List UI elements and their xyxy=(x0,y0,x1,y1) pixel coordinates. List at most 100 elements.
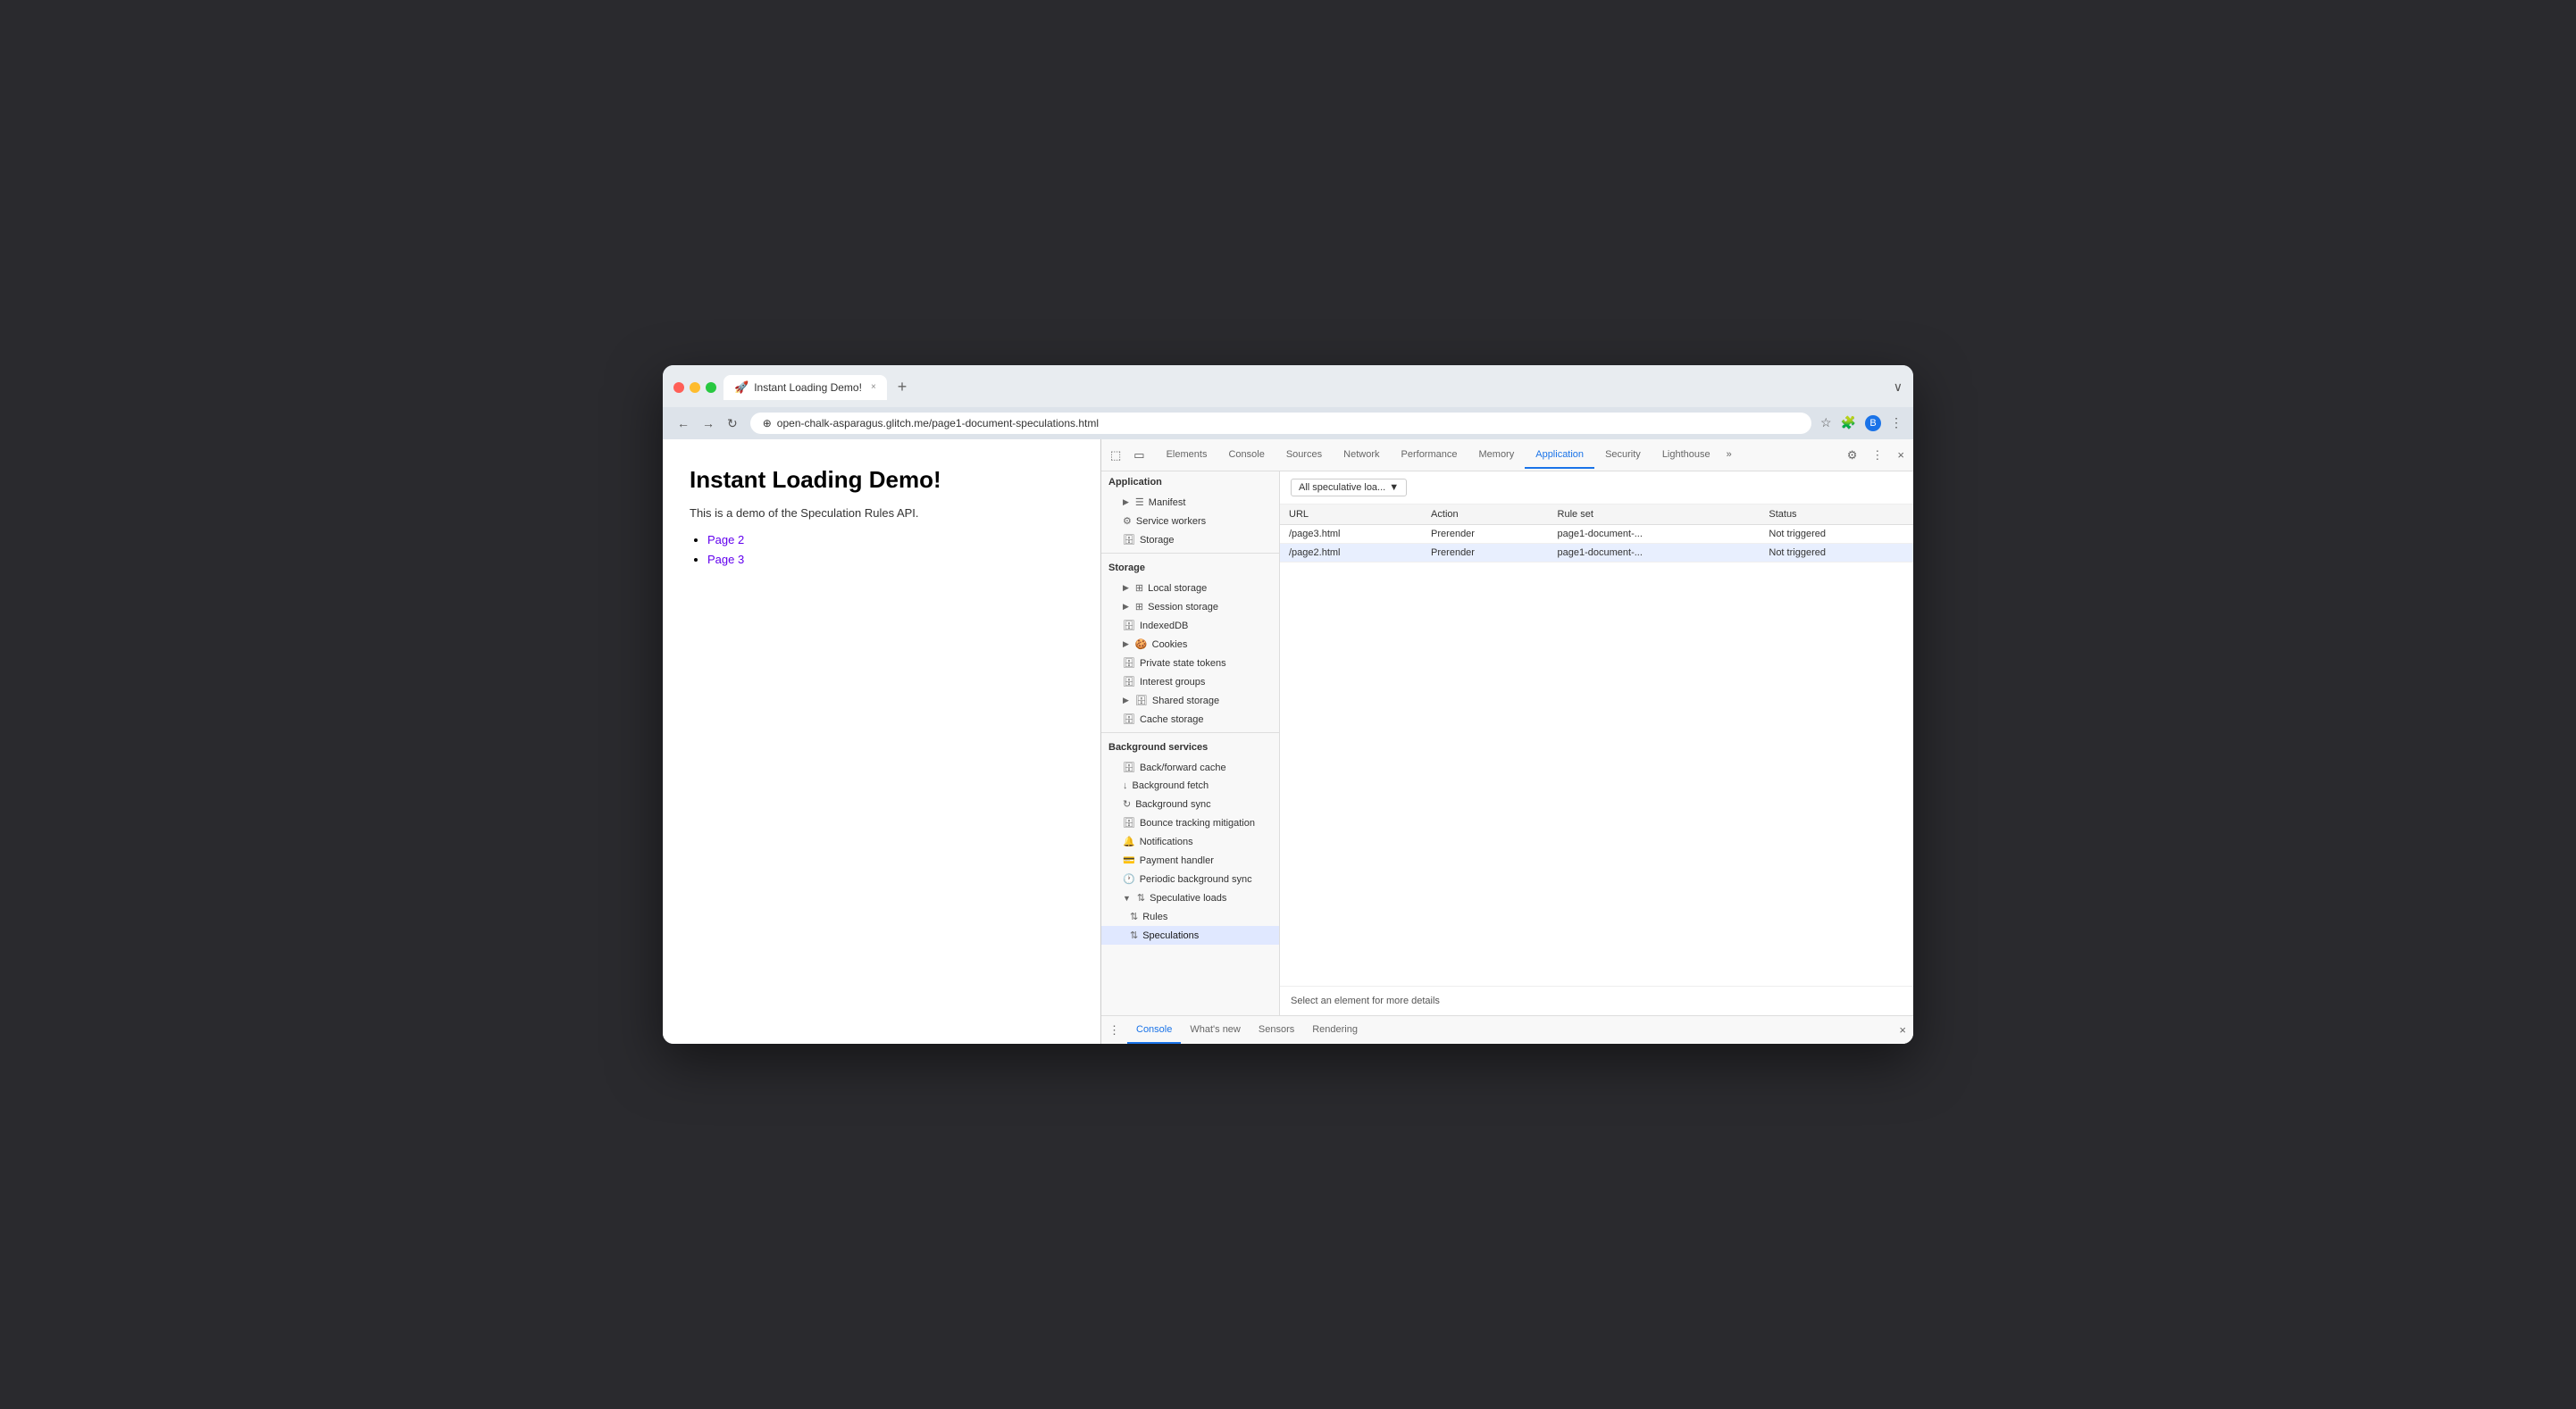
active-tab[interactable]: 🚀 Instant Loading Demo! × xyxy=(723,375,887,400)
detail-section: Select an element for more details xyxy=(1280,986,1913,1015)
console-tab-console[interactable]: Console xyxy=(1127,1016,1181,1044)
inspect-icon[interactable]: ⬚ xyxy=(1107,445,1125,466)
sidebar-item-label: Interest groups xyxy=(1140,677,1205,688)
sidebar-item-local-storage[interactable]: ▶ ⊞ Local storage xyxy=(1101,579,1279,597)
device-icon[interactable]: ▭ xyxy=(1130,445,1148,466)
sidebar-item-bounce-tracking[interactable]: 🗄 Bounce tracking mitigation xyxy=(1101,813,1279,832)
sidebar-item-service-workers[interactable]: ⚙ Service workers xyxy=(1101,512,1279,530)
tab-close-button[interactable]: × xyxy=(871,382,876,392)
tab-performance[interactable]: Performance xyxy=(1391,442,1468,469)
tab-network[interactable]: Network xyxy=(1333,442,1390,469)
sidebar-item-label: Periodic background sync xyxy=(1140,874,1252,885)
indexeddb-icon: 🗄 xyxy=(1123,620,1135,631)
tab-title: Instant Loading Demo! xyxy=(754,381,862,394)
sidebar-item-storage-app[interactable]: 🗄 Storage xyxy=(1101,530,1279,549)
extensions-icon[interactable]: 🧩 xyxy=(1841,415,1856,431)
sidebar-item-payment-handler[interactable]: 💳 Payment handler xyxy=(1101,851,1279,870)
tab-lighthouse[interactable]: Lighthouse xyxy=(1652,442,1721,469)
more-options-icon[interactable]: ⋮ xyxy=(1890,415,1903,431)
console-tab-sensors[interactable]: Sensors xyxy=(1250,1016,1303,1044)
sidebar-item-notifications[interactable]: 🔔 Notifications xyxy=(1101,832,1279,851)
collapse-button[interactable]: ∨ xyxy=(1894,379,1903,395)
sidebar-item-speculative-loads[interactable]: ▼ ⇅ Speculative loads xyxy=(1101,888,1279,907)
sidebar-item-label: Payment handler xyxy=(1140,855,1214,866)
sidebar-item-background-fetch[interactable]: ↓ Background fetch xyxy=(1101,777,1279,795)
sidebar-item-manifest[interactable]: ▶ ☰ Manifest xyxy=(1101,493,1279,512)
sidebar-item-cookies[interactable]: ▶ 🍪 Cookies xyxy=(1101,635,1279,654)
list-item: Page 3 xyxy=(707,552,1074,568)
cell-url: /page2.html xyxy=(1280,544,1422,563)
tab-elements[interactable]: Elements xyxy=(1156,442,1218,469)
tab-security[interactable]: Security xyxy=(1594,442,1652,469)
new-tab-button[interactable]: + xyxy=(891,374,915,400)
sidebar-item-speculations[interactable]: ⇅ Speculations xyxy=(1101,926,1279,945)
sidebar-item-label: Rules xyxy=(1142,912,1167,922)
cache-storage-icon: 🗄 xyxy=(1123,713,1135,725)
bfcache-icon: 🗄 xyxy=(1123,762,1135,773)
sidebar-item-label: Notifications xyxy=(1140,837,1193,847)
console-tab-whats-new[interactable]: What's new xyxy=(1181,1016,1250,1044)
private-state-tokens-icon: 🗄 xyxy=(1123,657,1135,669)
sidebar-item-cache-storage[interactable]: 🗄 Cache storage xyxy=(1101,710,1279,729)
list-item: Page 2 xyxy=(707,532,1074,548)
traffic-light-green[interactable] xyxy=(706,382,716,393)
sidebar-item-back-forward-cache[interactable]: 🗄 Back/forward cache xyxy=(1101,758,1279,777)
col-header-ruleset: Rule set xyxy=(1549,504,1761,525)
sidebar-item-label: Bounce tracking mitigation xyxy=(1140,818,1255,829)
tab-bar: 🚀 Instant Loading Demo! × + ∨ xyxy=(723,374,1903,400)
table-row[interactable]: /page2.html Prerender page1-document-...… xyxy=(1280,544,1913,563)
sidebar-item-shared-storage[interactable]: ▶ 🗄 Shared storage xyxy=(1101,691,1279,710)
speculation-header: All speculative loa... ▼ xyxy=(1280,471,1913,504)
sidebar-item-indexeddb[interactable]: 🗄 IndexedDB xyxy=(1101,616,1279,635)
traffic-light-yellow[interactable] xyxy=(690,382,700,393)
tab-sources[interactable]: Sources xyxy=(1275,442,1333,469)
col-header-action: Action xyxy=(1422,504,1548,525)
devtools-more-button[interactable]: ⋮ xyxy=(1868,445,1886,466)
console-bar-close-button[interactable]: × xyxy=(1899,1023,1906,1037)
sidebar-item-rules[interactable]: ⇅ Rules xyxy=(1101,907,1279,926)
cell-ruleset: page1-document-... xyxy=(1549,544,1761,563)
page2-link[interactable]: Page 2 xyxy=(707,533,744,546)
console-bar-menu-icon[interactable]: ⋮ xyxy=(1108,1023,1120,1038)
more-tabs-button[interactable]: » xyxy=(1721,442,1737,469)
sidebar-item-periodic-background-sync[interactable]: 🕐 Periodic background sync xyxy=(1101,870,1279,888)
console-tab-rendering[interactable]: Rendering xyxy=(1303,1016,1367,1044)
forward-button[interactable]: → xyxy=(698,414,718,433)
main-panel-content: All speculative loa... ▼ URL Action Rule… xyxy=(1280,471,1913,986)
speculation-dropdown[interactable]: All speculative loa... ▼ xyxy=(1291,479,1407,496)
traffic-lights xyxy=(673,382,716,393)
shared-storage-icon: 🗄 xyxy=(1135,695,1148,706)
sidebar-item-background-sync[interactable]: ↻ Background sync xyxy=(1101,795,1279,813)
tab-memory[interactable]: Memory xyxy=(1468,442,1526,469)
page-title: Instant Loading Demo! xyxy=(690,466,1074,494)
main-content: Instant Loading Demo! This is a demo of … xyxy=(663,439,1913,1044)
profile-icon[interactable]: B xyxy=(1865,415,1881,431)
address-text: open-chalk-asparagus.glitch.me/page1-doc… xyxy=(777,417,1099,429)
local-storage-icon: ⊞ xyxy=(1135,582,1143,594)
col-header-url: URL xyxy=(1280,504,1422,525)
page3-link[interactable]: Page 3 xyxy=(707,553,744,566)
tab-console[interactable]: Console xyxy=(1217,442,1275,469)
sidebar-item-label: Storage xyxy=(1140,535,1175,546)
star-icon[interactable]: ☆ xyxy=(1820,415,1832,431)
address-input-container[interactable]: ⊕ open-chalk-asparagus.glitch.me/page1-d… xyxy=(750,413,1811,434)
devtools-settings-button[interactable]: ⚙ xyxy=(1844,445,1861,466)
sidebar-item-private-state-tokens[interactable]: 🗄 Private state tokens xyxy=(1101,654,1279,672)
traffic-light-red[interactable] xyxy=(673,382,684,393)
devtools-close-button[interactable]: × xyxy=(1894,445,1908,466)
sidebar-item-label: Service workers xyxy=(1136,516,1206,527)
title-bar: 🚀 Instant Loading Demo! × + ∨ xyxy=(663,365,1913,407)
sidebar-item-interest-groups[interactable]: 🗄 Interest groups xyxy=(1101,672,1279,691)
console-bar: ⋮ Console What's new Sensors Rendering × xyxy=(1101,1015,1913,1044)
arrow-icon: ▶ xyxy=(1123,583,1129,593)
speculation-table: URL Action Rule set Status /page3.html P… xyxy=(1280,504,1913,563)
sidebar-item-label: Manifest xyxy=(1149,497,1186,508)
reload-button[interactable]: ↻ xyxy=(723,414,741,433)
address-bar: ← → ↻ ⊕ open-chalk-asparagus.glitch.me/p… xyxy=(663,407,1913,439)
divider xyxy=(1101,732,1279,733)
tab-application[interactable]: Application xyxy=(1525,442,1594,469)
back-button[interactable]: ← xyxy=(673,414,693,433)
table-row[interactable]: /page3.html Prerender page1-document-...… xyxy=(1280,525,1913,544)
background-sync-icon: ↻ xyxy=(1123,798,1131,810)
sidebar-item-session-storage[interactable]: ▶ ⊞ Session storage xyxy=(1101,597,1279,616)
